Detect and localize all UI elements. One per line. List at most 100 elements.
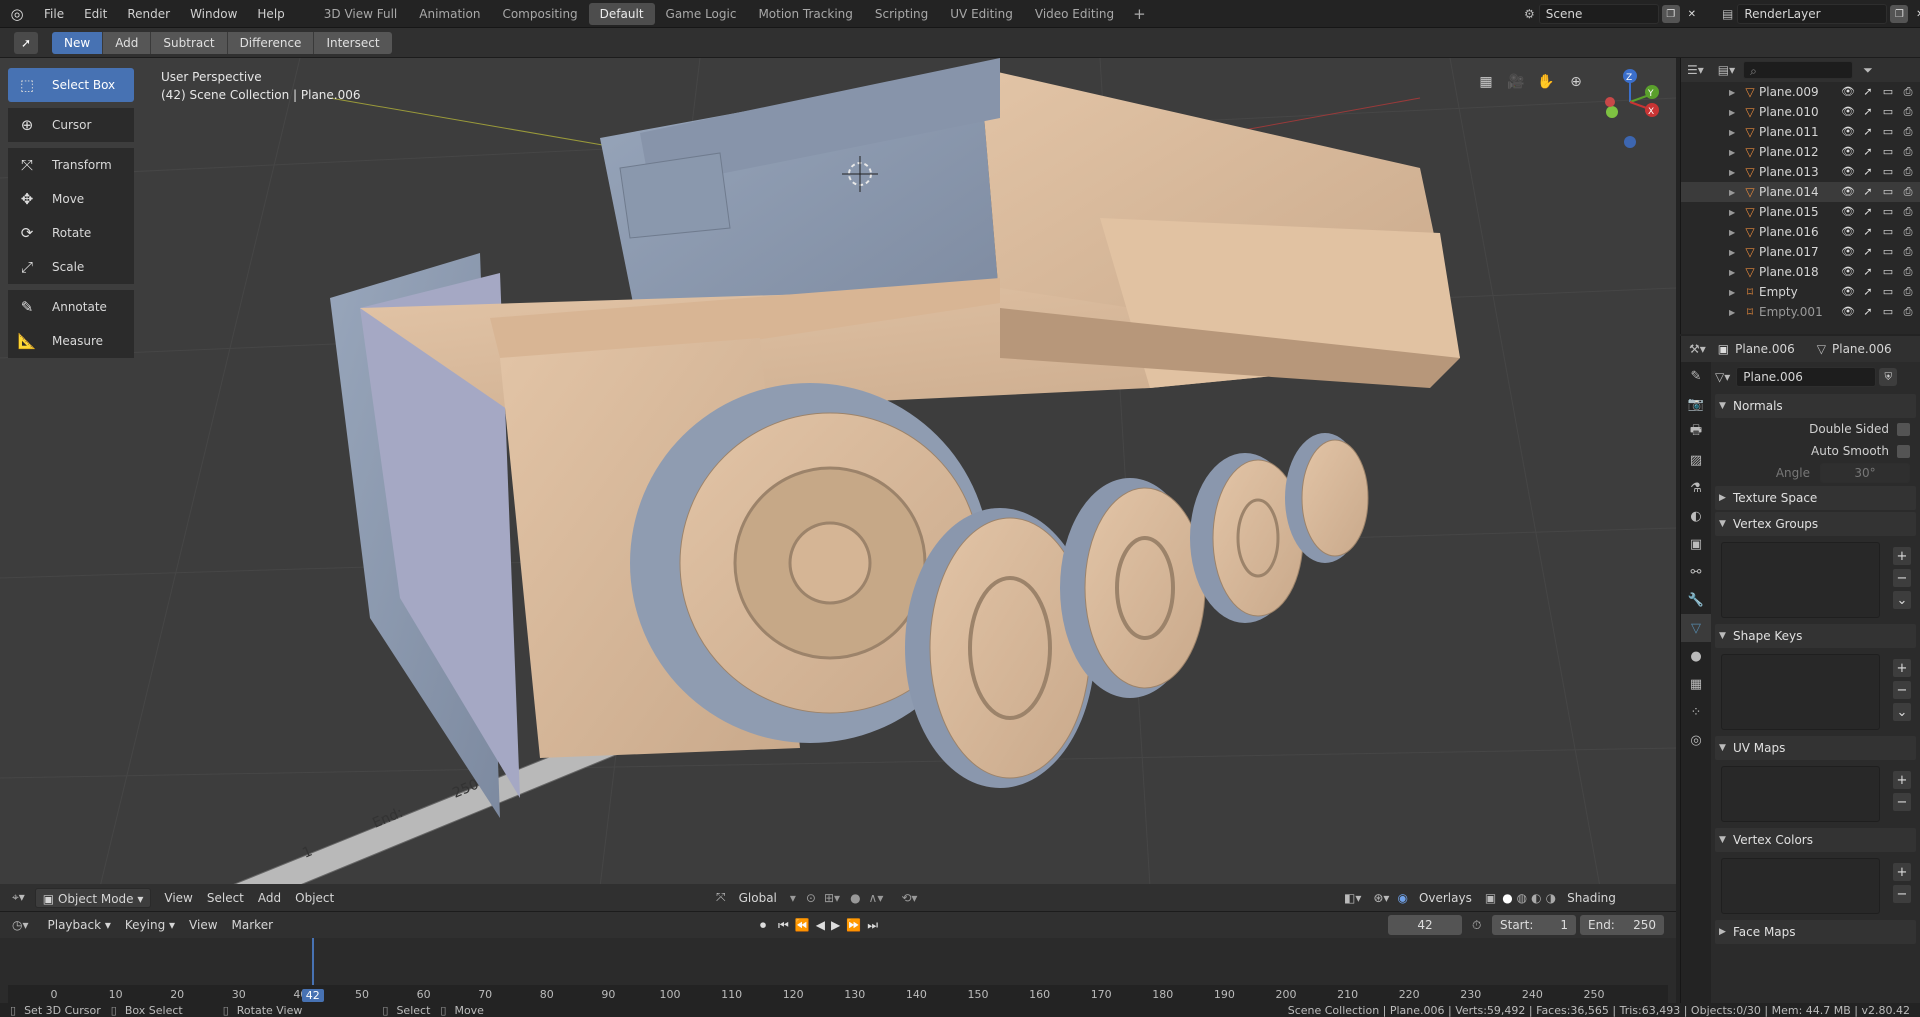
blender-logo-icon[interactable]: ◎: [0, 0, 34, 28]
physics-tab-icon[interactable]: ◎: [1681, 726, 1711, 754]
select-arrow-icon[interactable]: ➚: [1860, 105, 1876, 119]
timeline-menu-keying[interactable]: Keying ▾: [118, 915, 182, 935]
datablock-name-field[interactable]: Plane.006: [1736, 367, 1877, 387]
play-reverse-icon[interactable]: ◀: [816, 918, 825, 932]
eye-icon[interactable]: 👁: [1840, 145, 1856, 159]
camera-icon[interactable]: ⎙: [1900, 85, 1916, 99]
tool-tab-icon[interactable]: ✎: [1681, 362, 1711, 390]
eye-icon[interactable]: 👁: [1840, 105, 1856, 119]
properties-editor-icon[interactable]: ⚒▾: [1689, 342, 1706, 356]
jump-start-icon[interactable]: ⏮: [778, 918, 789, 933]
menu-help[interactable]: Help: [247, 0, 294, 28]
eye-icon[interactable]: 👁: [1840, 125, 1856, 139]
monitor-icon[interactable]: ▭: [1880, 125, 1896, 139]
select-arrow-icon[interactable]: ➚: [1860, 125, 1876, 139]
viewport-menu-add[interactable]: Add: [251, 888, 288, 908]
menu-window[interactable]: Window: [180, 0, 247, 28]
viewport-menu-select[interactable]: Select: [200, 888, 251, 908]
monitor-icon[interactable]: ▭: [1880, 285, 1896, 299]
outliner-item[interactable]: ▶ ▽ Plane.012 👁 ➚ ▭ ⎙: [1681, 142, 1920, 162]
fake-user-icon[interactable]: ⛨: [1879, 368, 1898, 386]
disclosure-triangle-icon[interactable]: ▶: [1729, 168, 1741, 177]
eye-icon[interactable]: 👁: [1840, 285, 1856, 299]
outliner-item[interactable]: ▶ ▽ Plane.009 👁 ➚ ▭ ⎙: [1681, 82, 1920, 102]
select-arrow-icon[interactable]: ➚: [1860, 85, 1876, 99]
mode-subtract-button[interactable]: Subtract: [151, 32, 228, 54]
play-icon[interactable]: ▶: [831, 918, 840, 932]
camera-icon[interactable]: ⎙: [1900, 245, 1916, 259]
tab-video-editing[interactable]: Video Editing: [1024, 3, 1125, 25]
outliner-item[interactable]: ▶ ⌑ Empty.001 👁 ➚ ▭ ⎙: [1681, 302, 1920, 322]
menu-edit[interactable]: Edit: [74, 0, 117, 28]
outliner-item[interactable]: ▶ ▽ Plane.015 👁 ➚ ▭ ⎙: [1681, 202, 1920, 222]
camera-icon[interactable]: ⎙: [1900, 165, 1916, 179]
scene-tab-icon[interactable]: ⚗: [1681, 474, 1711, 502]
snap-target-icon[interactable]: ⊞▾: [824, 891, 840, 905]
render-tab-icon[interactable]: 📷: [1681, 390, 1711, 418]
outliner-item[interactable]: ▶ ▽ Plane.017 👁 ➚ ▭ ⎙: [1681, 242, 1920, 262]
timeline-menu-playback[interactable]: Playback ▾: [41, 915, 118, 935]
remove-icon[interactable]: −: [1893, 569, 1911, 587]
outliner-item[interactable]: ▶ ▽ Plane.018 👁 ➚ ▭ ⎙: [1681, 262, 1920, 282]
view-layer-icon[interactable]: ▤: [1722, 7, 1733, 21]
datablock-browse-icon[interactable]: ▽▾: [1715, 370, 1730, 384]
data-tab-icon[interactable]: ▽: [1681, 614, 1711, 642]
start-frame-field[interactable]: Start: 1: [1492, 915, 1576, 935]
modifiers-tab-icon[interactable]: 🔧: [1681, 586, 1711, 614]
orientation-dropdown[interactable]: Global: [732, 888, 784, 908]
eye-icon[interactable]: 👁: [1840, 305, 1856, 319]
vertex-colors-panel-header[interactable]: ▼ Vertex Colors: [1715, 828, 1916, 852]
eye-icon[interactable]: 👁: [1840, 245, 1856, 259]
snap-icon[interactable]: ⊙: [806, 891, 816, 905]
chevron-down-icon[interactable]: ⌄: [1893, 591, 1911, 609]
outliner[interactable]: ☰▾ ▤▾ ⌕ ⏷ ▶ ▽ Plane.009 👁 ➚ ▭ ⎙ ▶ ▽ Plane.010 👁 ➚ ▭ ⎙…: [1680, 58, 1920, 334]
add-icon[interactable]: +: [1893, 863, 1911, 881]
select-arrow-icon[interactable]: ➚: [1860, 305, 1876, 319]
pan-hand-icon[interactable]: ✋: [1534, 70, 1558, 94]
xray-icon[interactable]: ▣: [1485, 891, 1496, 905]
disclosure-triangle-icon[interactable]: ▶: [1729, 108, 1741, 117]
3d-viewport[interactable]: 1 End: 250 1: [0, 58, 1676, 887]
outliner-item[interactable]: ▶ ▽ Plane.016 👁 ➚ ▭ ⎙: [1681, 222, 1920, 242]
select-box-tool-icon[interactable]: ➚: [14, 32, 38, 54]
scene-icon[interactable]: ⚙: [1524, 7, 1535, 21]
scene-copy-icon[interactable]: ❐: [1661, 5, 1680, 23]
chevron-down-icon[interactable]: ⌄: [1893, 703, 1911, 721]
double-sided-checkbox[interactable]: [1897, 422, 1910, 436]
timeline-editor-icon[interactable]: ◷▾: [12, 918, 29, 932]
eye-icon[interactable]: 👁: [1840, 185, 1856, 199]
disclosure-triangle-icon[interactable]: ▶: [1729, 88, 1741, 97]
add-workspace-button[interactable]: +: [1125, 5, 1154, 23]
tab-animation[interactable]: Animation: [408, 3, 491, 25]
outliner-search-input[interactable]: ⌕: [1743, 61, 1854, 79]
face-maps-panel-header[interactable]: ▶ Face Maps: [1715, 920, 1916, 944]
tool-move[interactable]: ✥ Move: [8, 182, 134, 216]
object-mode-dropdown[interactable]: ▣ Object Mode ▾: [34, 887, 152, 908]
auto-smooth-checkbox[interactable]: [1897, 444, 1910, 458]
normals-panel-header[interactable]: ▼ Normals: [1715, 394, 1916, 418]
camera-icon[interactable]: ⎙: [1900, 225, 1916, 239]
outliner-item[interactable]: ▶ ⌑ Empty 👁 ➚ ▭ ⎙: [1681, 282, 1920, 302]
shape-keys-panel-header[interactable]: ▼ Shape Keys: [1715, 624, 1916, 648]
outliner-item[interactable]: ▶ ▽ Plane.010 👁 ➚ ▭ ⎙: [1681, 102, 1920, 122]
camera-icon[interactable]: ⎙: [1900, 125, 1916, 139]
remove-icon[interactable]: −: [1893, 793, 1911, 811]
timeline-menu-view[interactable]: View: [182, 915, 224, 935]
monitor-icon[interactable]: ▭: [1880, 85, 1896, 99]
camera-icon[interactable]: ⎙: [1900, 285, 1916, 299]
vertex-colors-list[interactable]: + −: [1721, 858, 1911, 914]
select-arrow-icon[interactable]: ➚: [1860, 265, 1876, 279]
jump-keyframe-back-icon[interactable]: ⏪: [795, 918, 810, 932]
tool-transform[interactable]: ⤧ Transform: [8, 148, 134, 182]
wireframe-shading-icon[interactable]: ◍: [1517, 891, 1527, 905]
zoom-icon[interactable]: ⊕: [1564, 70, 1588, 94]
eye-icon[interactable]: 👁: [1840, 165, 1856, 179]
tab-motion-tracking[interactable]: Motion Tracking: [747, 3, 863, 25]
overlays-icon[interactable]: ◉: [1397, 891, 1407, 905]
select-arrow-icon[interactable]: ➚: [1860, 165, 1876, 179]
camera-icon[interactable]: ⎙: [1900, 145, 1916, 159]
viewport-menu-object[interactable]: Object: [288, 888, 341, 908]
add-icon[interactable]: +: [1893, 547, 1911, 565]
monitor-icon[interactable]: ▭: [1880, 265, 1896, 279]
timeline-editor[interactable]: ◷▾ Playback ▾ Keying ▾ View Marker ⏺ ⏮ ⏪ ◀ …: [0, 911, 1676, 1004]
